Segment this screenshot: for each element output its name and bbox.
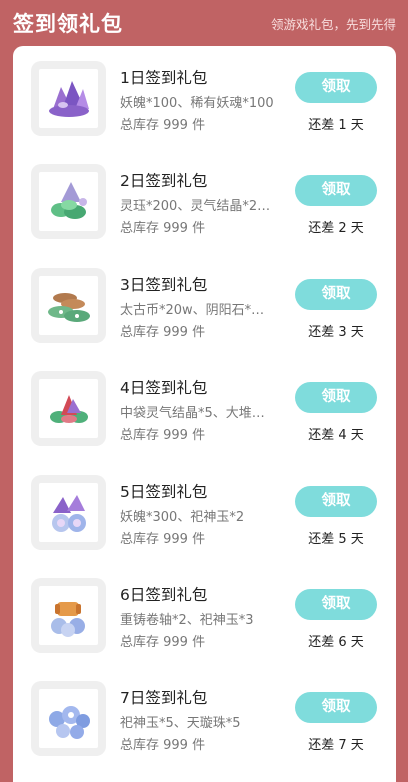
package-stock: 总库存 999 件 — [120, 428, 206, 443]
package-thumb — [31, 475, 106, 550]
package-desc: 妖魄*100、稀有妖魂*100 — [120, 96, 274, 111]
purple-orb-icon — [52, 495, 86, 532]
package-row-day-5: 5日签到礼包 妖魄*300、祀神玉*2 总库存 999 件 领取 还差 5 天 — [13, 460, 396, 563]
package-stock: 总库存 999 件 — [120, 325, 206, 340]
package-stock: 总库存 999 件 — [120, 118, 206, 133]
package-row-day-6: 6日签到礼包 重铸卷轴*2、祀神玉*3 总库存 999 件 领取 还差 6 天 — [13, 563, 396, 666]
package-stock: 总库存 999 件 — [120, 221, 206, 236]
blue-orb-icon — [49, 706, 90, 739]
package-stock: 总库存 999 件 — [120, 738, 206, 753]
package-desc: 太古币*20w、阴阳石*… — [120, 303, 265, 318]
days-remaining: 还差 3 天 — [308, 325, 364, 340]
package-row-day-7: 7日签到礼包 祀神玉*5、天璇珠*5 总库存 999 件 领取 还差 7 天 — [13, 666, 396, 769]
package-row-day-4: 4日签到礼包 中袋灵气结晶*5、大堆… 总库存 999 件 领取 还差 4 天 — [13, 356, 396, 459]
claim-button[interactable]: 领取 — [295, 589, 377, 620]
package-thumb — [31, 164, 106, 239]
package-thumb — [31, 61, 106, 136]
package-name: 6日签到礼包 — [120, 586, 208, 604]
package-desc: 中袋灵气结晶*5、大堆… — [120, 406, 265, 421]
package-desc: 祀神玉*5、天璇珠*5 — [120, 716, 241, 731]
coins-icon — [48, 293, 90, 322]
purple-crystal-icon — [49, 81, 89, 117]
days-remaining: 还差 5 天 — [308, 532, 364, 547]
days-remaining: 还差 6 天 — [308, 635, 364, 650]
scroll-orb-icon — [51, 602, 85, 637]
package-thumb — [31, 371, 106, 446]
claim-button[interactable]: 领取 — [295, 382, 377, 413]
package-name: 2日签到礼包 — [120, 172, 208, 190]
days-remaining: 还差 7 天 — [308, 738, 364, 753]
package-row-day-1: 1日签到礼包 妖魄*100、稀有妖魂*100 总库存 999 件 领取 还差 1… — [13, 46, 396, 149]
package-stock: 总库存 999 件 — [120, 635, 206, 650]
package-name: 3日签到礼包 — [120, 276, 208, 294]
header: 签到领礼包 领游戏礼包，先到先得 — [0, 0, 408, 44]
claim-button[interactable]: 领取 — [295, 486, 377, 517]
red-crystal-icon — [50, 395, 88, 423]
package-row-day-2: 2日签到礼包 灵珏*200、灵气结晶*2… 总库存 999 件 领取 还差 2 … — [13, 149, 396, 252]
claim-button[interactable]: 领取 — [295, 175, 377, 206]
days-remaining: 还差 4 天 — [308, 428, 364, 443]
package-name: 5日签到礼包 — [120, 483, 208, 501]
package-desc: 灵珏*200、灵气结晶*2… — [120, 199, 271, 214]
page-title: 签到领礼包 — [13, 12, 123, 36]
days-remaining: 还差 2 天 — [308, 221, 364, 236]
package-thumb — [31, 681, 106, 756]
package-desc: 妖魄*300、祀神玉*2 — [120, 510, 245, 525]
package-desc: 重铸卷轴*2、祀神玉*3 — [120, 613, 254, 628]
days-remaining: 还差 1 天 — [308, 118, 364, 133]
package-name: 1日签到礼包 — [120, 69, 208, 87]
claim-button[interactable]: 领取 — [295, 279, 377, 310]
claim-button[interactable]: 领取 — [295, 72, 377, 103]
package-stock: 总库存 999 件 — [120, 532, 206, 547]
green-gem-icon — [51, 182, 87, 219]
page-subtitle: 领游戏礼包，先到先得 — [270, 17, 396, 32]
package-name: 4日签到礼包 — [120, 379, 208, 397]
package-thumb — [31, 268, 106, 343]
claim-button[interactable]: 领取 — [295, 692, 377, 723]
package-row-day-3: 3日签到礼包 太古币*20w、阴阳石*… 总库存 999 件 领取 还差 3 天 — [13, 253, 396, 356]
package-name: 7日签到礼包 — [120, 689, 208, 707]
package-list: 1日签到礼包 妖魄*100、稀有妖魂*100 总库存 999 件 领取 还差 1… — [13, 46, 396, 782]
package-thumb — [31, 578, 106, 653]
